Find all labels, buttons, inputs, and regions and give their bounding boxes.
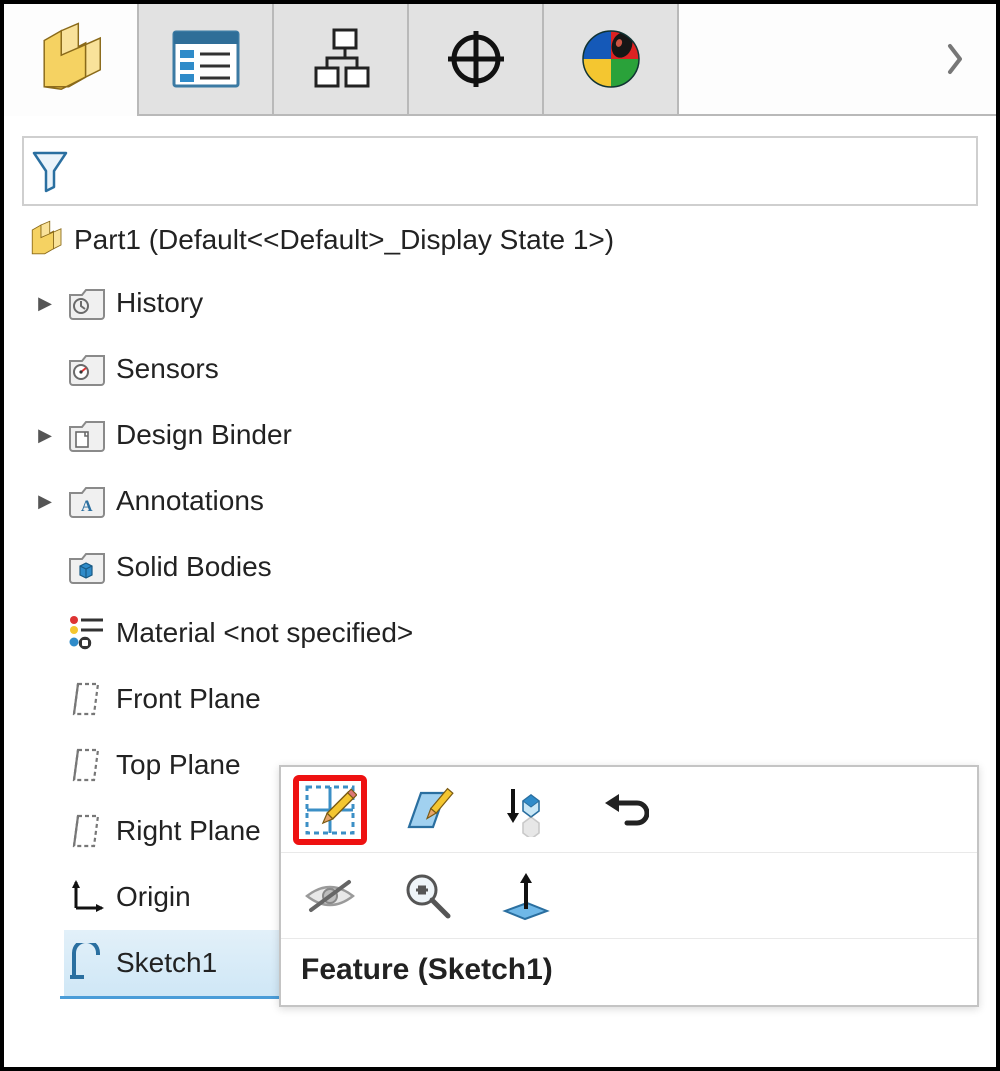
expand-icon[interactable]: ▶ bbox=[32, 425, 58, 446]
context-toolbar-title: Feature (Sketch1) bbox=[281, 939, 977, 1005]
expand-icon: ▶ bbox=[32, 755, 58, 776]
expand-icon: ▶ bbox=[32, 359, 58, 380]
tree-item-design-binder[interactable]: ▶ Design Binder bbox=[32, 402, 996, 468]
material-icon bbox=[67, 613, 107, 653]
zoom-to-selection-icon bbox=[402, 870, 454, 922]
history-folder-icon bbox=[67, 285, 107, 321]
solid-bodies-folder-icon bbox=[67, 549, 107, 585]
tree-label: History bbox=[116, 287, 203, 319]
tab-property-manager[interactable] bbox=[139, 4, 274, 116]
edit-sketch-plane-button[interactable] bbox=[391, 775, 465, 845]
tree-label: Material <not specified> bbox=[116, 617, 413, 649]
property-manager-icon bbox=[170, 28, 242, 90]
context-toolbar-row-2 bbox=[281, 853, 977, 939]
funnel-icon bbox=[30, 147, 70, 195]
tab-display-manager[interactable] bbox=[544, 4, 679, 116]
tree-item-annotations[interactable]: ▶ A Annotations bbox=[32, 468, 996, 534]
tab-feature-manager[interactable] bbox=[4, 4, 139, 116]
tree-label: Origin bbox=[116, 881, 191, 913]
plane-icon bbox=[68, 745, 106, 785]
sketch-icon bbox=[68, 943, 106, 983]
tree-label: Sketch1 bbox=[116, 947, 217, 979]
expand-icon[interactable]: ▶ bbox=[32, 491, 58, 512]
normal-to-button[interactable] bbox=[489, 861, 563, 931]
hide-icon bbox=[303, 876, 357, 916]
chevron-right-icon bbox=[946, 42, 966, 76]
edit-sketch-plane-icon bbox=[401, 783, 455, 837]
derived-sketch-icon bbox=[499, 783, 553, 837]
expand-icon: ▶ bbox=[32, 887, 58, 908]
normal-to-icon bbox=[499, 869, 553, 923]
context-toolbar-row-1 bbox=[281, 767, 977, 853]
expand-icon: ▶ bbox=[32, 623, 58, 644]
tree-label: Right Plane bbox=[116, 815, 261, 847]
part-icon bbox=[32, 21, 110, 99]
tab-overflow[interactable] bbox=[679, 4, 996, 116]
derived-sketch-button[interactable] bbox=[489, 775, 563, 845]
design-binder-folder-icon bbox=[67, 417, 107, 453]
sensors-folder-icon bbox=[67, 351, 107, 387]
tree-item-history[interactable]: ▶ History bbox=[32, 270, 996, 336]
tree-item-sketch1[interactable]: Sketch1 bbox=[64, 930, 314, 996]
filter-bar[interactable] bbox=[22, 136, 978, 206]
svg-text:A: A bbox=[81, 498, 93, 515]
undo-icon bbox=[599, 789, 649, 831]
tree-label: Annotations bbox=[116, 485, 264, 517]
undo-button[interactable] bbox=[587, 775, 661, 845]
plane-icon bbox=[68, 679, 106, 719]
expand-icon: ▶ bbox=[32, 689, 58, 710]
hide-button[interactable] bbox=[293, 861, 367, 931]
tree-item-material[interactable]: ▶ Material <not spec bbox=[32, 600, 996, 666]
configuration-manager-icon bbox=[308, 26, 374, 92]
root-label: Part1 (Default<<Default>_Display State 1… bbox=[74, 224, 614, 256]
tab-dimxpert[interactable] bbox=[409, 4, 544, 116]
tree-item-front-plane[interactable]: ▶ Front Plane bbox=[32, 666, 996, 732]
edit-sketch-button[interactable] bbox=[293, 775, 367, 845]
expand-icon: ▶ bbox=[32, 557, 58, 578]
display-manager-icon bbox=[578, 26, 644, 92]
tab-configuration-manager[interactable] bbox=[274, 4, 409, 116]
origin-icon bbox=[68, 878, 106, 916]
tree-label: Solid Bodies bbox=[116, 551, 272, 583]
plane-icon bbox=[68, 811, 106, 851]
tree-label: Front Plane bbox=[116, 683, 261, 715]
tree-label: Sensors bbox=[116, 353, 219, 385]
edit-sketch-icon bbox=[303, 783, 357, 837]
part-icon bbox=[26, 220, 66, 260]
tree-root-part[interactable]: Part1 (Default<<Default>_Display State 1… bbox=[26, 220, 996, 260]
tree-item-sensors[interactable]: ▶ Sensors bbox=[32, 336, 996, 402]
tree-item-solid-bodies[interactable]: ▶ Solid Bodies bbox=[32, 534, 996, 600]
annotations-folder-icon: A bbox=[67, 483, 107, 519]
tree-label: Design Binder bbox=[116, 419, 292, 451]
dimxpert-icon bbox=[444, 27, 508, 91]
context-toolbar-popup: Feature (Sketch1) bbox=[279, 765, 979, 1007]
expand-icon[interactable]: ▶ bbox=[32, 293, 58, 314]
tree-label: Top Plane bbox=[116, 749, 241, 781]
expand-icon: ▶ bbox=[32, 821, 58, 842]
panel-tabbar bbox=[4, 4, 996, 116]
zoom-to-selection-button[interactable] bbox=[391, 861, 465, 931]
